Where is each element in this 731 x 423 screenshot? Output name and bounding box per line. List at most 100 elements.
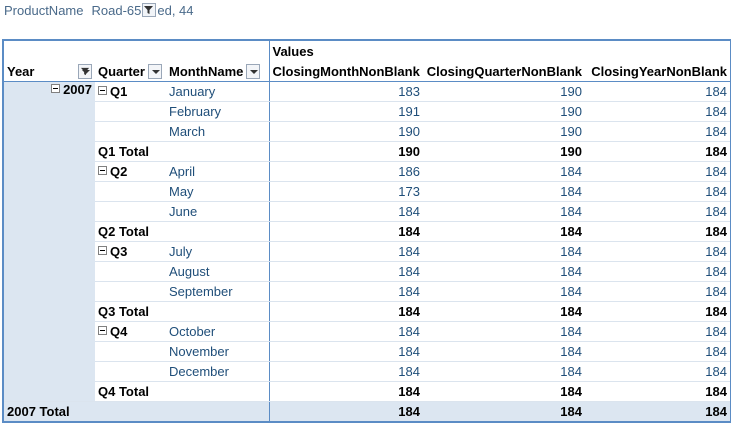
value-cell: 184: [585, 81, 731, 102]
grand-total-cell: 184: [423, 401, 585, 423]
value-cell: 184: [268, 281, 423, 302]
quarter-row-header[interactable]: Q3: [95, 241, 166, 262]
grand-total-label: 2007 Total: [2, 401, 269, 423]
quarter-label: Q4: [110, 324, 128, 339]
value-cell: 184: [268, 361, 423, 382]
value-cell: 190: [268, 121, 423, 142]
value-cell: 184: [268, 201, 423, 222]
year-header: Year: [7, 63, 35, 79]
quarter-row-header[interactable]: Q2: [95, 161, 166, 182]
value-cell: 184: [423, 361, 585, 382]
month-label: September: [166, 281, 269, 302]
measure-header-closing-quarter: ClosingQuarterNonBlank: [423, 61, 585, 82]
quarter-empty-cell: [95, 121, 166, 142]
value-cell: 184: [585, 321, 731, 342]
month-label: November: [166, 341, 269, 362]
year-header-cell: Year: [2, 61, 95, 82]
value-cell: 190: [423, 81, 585, 102]
quarter-total-label: Q2 Total: [95, 221, 269, 242]
month-label: August: [166, 261, 269, 282]
value-cell: 191: [268, 101, 423, 122]
quarter-total-row: Q1 Total 190 190 184: [3, 141, 731, 162]
table-row: June 184 184 184: [3, 201, 731, 222]
quarter-row-header[interactable]: Q1: [95, 81, 166, 102]
funnel-icon: [144, 6, 154, 14]
column-header-row: Year Quarter MonthName ClosingMonthNonBl…: [2, 61, 731, 82]
value-cell: 173: [268, 181, 423, 202]
year-filter-button[interactable]: [78, 63, 92, 79]
year-label: 2007: [63, 82, 92, 97]
month-label: July: [166, 241, 269, 262]
value-cell: 184: [585, 101, 731, 122]
report-filter-area: ProductName Road-65 ed, 44: [4, 3, 194, 21]
quarter-label: Q3: [110, 244, 128, 259]
month-label: May: [166, 181, 269, 202]
value-cell: 184: [423, 241, 585, 262]
funnel-icon: [81, 67, 90, 75]
month-label: October: [166, 321, 269, 342]
value-cell: 184: [423, 201, 585, 222]
quarter-label: Q2: [110, 164, 128, 179]
total-cell: 184: [268, 221, 423, 242]
value-cell: 184: [268, 341, 423, 362]
total-cell: 184: [268, 301, 423, 322]
table-row: December 184 184 184: [3, 361, 731, 382]
quarter-empty-cell: [95, 201, 166, 222]
values-caption: Values: [268, 39, 731, 61]
collapse-icon[interactable]: [98, 246, 107, 255]
filter-field-label: ProductName: [4, 3, 84, 18]
value-cell: 184: [585, 341, 731, 362]
total-cell: 190: [268, 141, 423, 162]
value-cell: 184: [585, 281, 731, 302]
table-row: May 173 184 184: [3, 181, 731, 202]
month-label: January: [166, 81, 269, 102]
measure-header-closing-month: ClosingMonthNonBlank: [268, 61, 423, 82]
collapse-icon[interactable]: [98, 166, 107, 175]
table-row: Q2 April 186 184 184: [3, 161, 731, 182]
measure-header-closing-year: ClosingYearNonBlank: [585, 61, 731, 82]
month-label: April: [166, 161, 269, 182]
value-cell: 184: [268, 241, 423, 262]
collapse-icon[interactable]: [51, 84, 61, 93]
total-cell: 184: [585, 141, 731, 162]
value-cell: 184: [585, 181, 731, 202]
value-cell: 190: [423, 101, 585, 122]
quarter-empty-cell: [95, 281, 166, 302]
quarter-dropdown-button[interactable]: [147, 63, 162, 79]
value-cell: 184: [423, 181, 585, 202]
quarter-total-label: Q4 Total: [95, 381, 269, 402]
value-cell: 184: [585, 261, 731, 282]
total-cell: 184: [268, 381, 423, 402]
value-cell: 190: [423, 121, 585, 142]
value-cell: 184: [423, 341, 585, 362]
month-header-cell: MonthName: [166, 61, 269, 82]
value-cell: 184: [423, 281, 585, 302]
quarter-label: Q1: [110, 84, 128, 99]
year-row-header[interactable]: 2007: [2, 81, 95, 402]
month-header: MonthName: [169, 63, 244, 79]
quarter-total-row: Q2 Total 184 184 184: [3, 221, 731, 242]
table-row: August 184 184 184: [3, 261, 731, 282]
table-row: 2007 Q1 January 183 190 184: [2, 81, 731, 402]
value-cell: 184: [268, 261, 423, 282]
month-dropdown-button[interactable]: [246, 63, 261, 79]
value-cell: 184: [268, 321, 423, 342]
table-row: February 191 190 184: [3, 101, 731, 122]
value-cell: 183: [268, 81, 423, 102]
quarter-row-header[interactable]: Q4: [95, 321, 166, 342]
quarter-total-label: Q3 Total: [95, 301, 269, 322]
collapse-icon[interactable]: [98, 86, 107, 95]
quarter-empty-cell: [95, 101, 166, 122]
table-row: September 184 184 184: [3, 281, 731, 302]
filter-value-start: Road-65: [91, 3, 142, 18]
value-cell: 184: [585, 201, 731, 222]
quarter-total-row: Q3 Total 184 184 184: [3, 301, 731, 322]
total-cell: 184: [585, 301, 731, 322]
value-cell: 184: [585, 361, 731, 382]
table-row: March 190 190 184: [3, 121, 731, 142]
month-label: February: [166, 101, 269, 122]
table-row: Q3 July 184 184 184: [3, 241, 731, 262]
collapse-icon[interactable]: [98, 326, 107, 335]
filter-dropdown-button[interactable]: [142, 3, 157, 17]
grand-total-cell: 184: [268, 401, 423, 423]
